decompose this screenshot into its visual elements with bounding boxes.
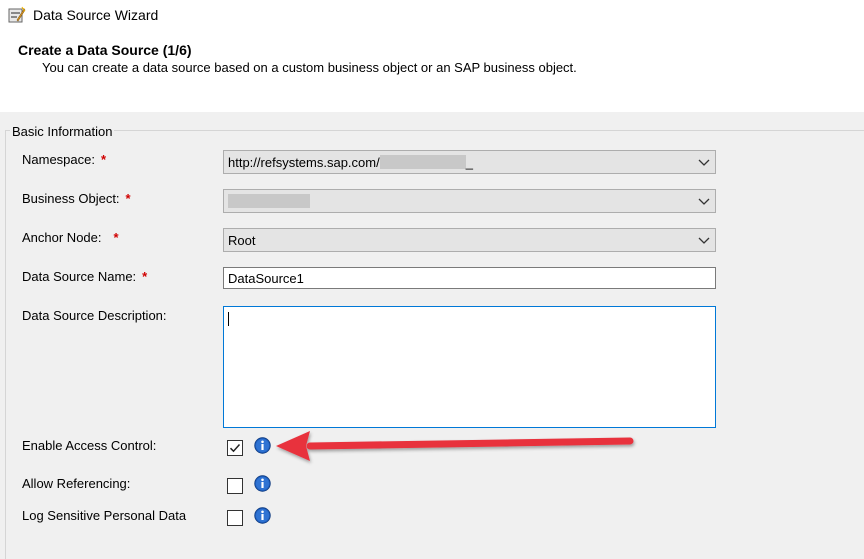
required-marker: * [125, 191, 131, 206]
title-bar: Data Source Wizard [0, 0, 864, 30]
business-object-label: Business Object: * [22, 191, 131, 206]
page-title: Create a Data Source (1/6) [18, 42, 192, 58]
business-object-value [228, 194, 310, 209]
window-title: Data Source Wizard [33, 7, 159, 23]
namespace-label: Namespace: * [22, 152, 106, 167]
allow-referencing-checkbox[interactable] [227, 478, 243, 494]
text-caret [228, 312, 229, 326]
anchor-node-label: Anchor Node: * [22, 230, 119, 245]
enable-access-control-label: Enable Access Control: [22, 438, 157, 453]
data-source-name-input[interactable]: DataSource1 [223, 267, 716, 289]
namespace-value-suffix: _ [465, 155, 473, 170]
annotation-arrow [276, 431, 634, 461]
wizard-app-icon [8, 6, 26, 23]
business-object-dropdown[interactable] [223, 189, 716, 213]
anchor-node-value: Root [228, 233, 256, 248]
page-subtitle: You can create a data source based on a … [42, 60, 577, 75]
business-object-label-text: Business Object: [22, 191, 120, 206]
data-source-name-label: Data Source Name: * [22, 269, 147, 284]
info-icon[interactable] [254, 437, 271, 454]
anchor-node-label-text: Anchor Node: [22, 230, 102, 245]
data-source-description-input[interactable] [223, 306, 716, 428]
chevron-down-icon [698, 159, 710, 166]
data-source-name-value: DataSource1 [228, 271, 304, 286]
required-marker: * [113, 230, 119, 245]
chevron-down-icon [698, 237, 710, 244]
required-marker: * [142, 269, 148, 284]
namespace-value: http://refsystems.sap.com/ _ [228, 155, 473, 170]
namespace-label-text: Namespace: [22, 152, 95, 167]
enable-access-control-checkbox[interactable] [227, 440, 243, 456]
info-icon[interactable] [254, 475, 271, 492]
namespace-value-text: http://refsystems.sap.com/ [228, 155, 380, 170]
group-legend: Basic Information [10, 124, 115, 139]
checkmark-icon [229, 443, 241, 453]
anchor-node-dropdown[interactable]: Root [223, 228, 716, 252]
chevron-down-icon [698, 198, 710, 205]
info-icon[interactable] [254, 507, 271, 524]
required-marker: * [100, 152, 107, 167]
redacted-block [228, 194, 310, 208]
data-source-name-label-text: Data Source Name: [22, 269, 137, 284]
form-content: Basic Information Namespace: * http://ref… [0, 112, 864, 559]
data-source-description-label: Data Source Description: [22, 308, 167, 323]
wizard-header: Create a Data Source (1/6) You can creat… [0, 30, 864, 112]
redacted-block [379, 155, 466, 169]
log-sensitive-personal-data-checkbox[interactable] [227, 510, 243, 526]
namespace-dropdown[interactable]: http://refsystems.sap.com/ _ [223, 150, 716, 174]
log-sensitive-personal-data-label: Log Sensitive Personal Data [22, 508, 187, 523]
allow-referencing-label: Allow Referencing: [22, 476, 131, 491]
